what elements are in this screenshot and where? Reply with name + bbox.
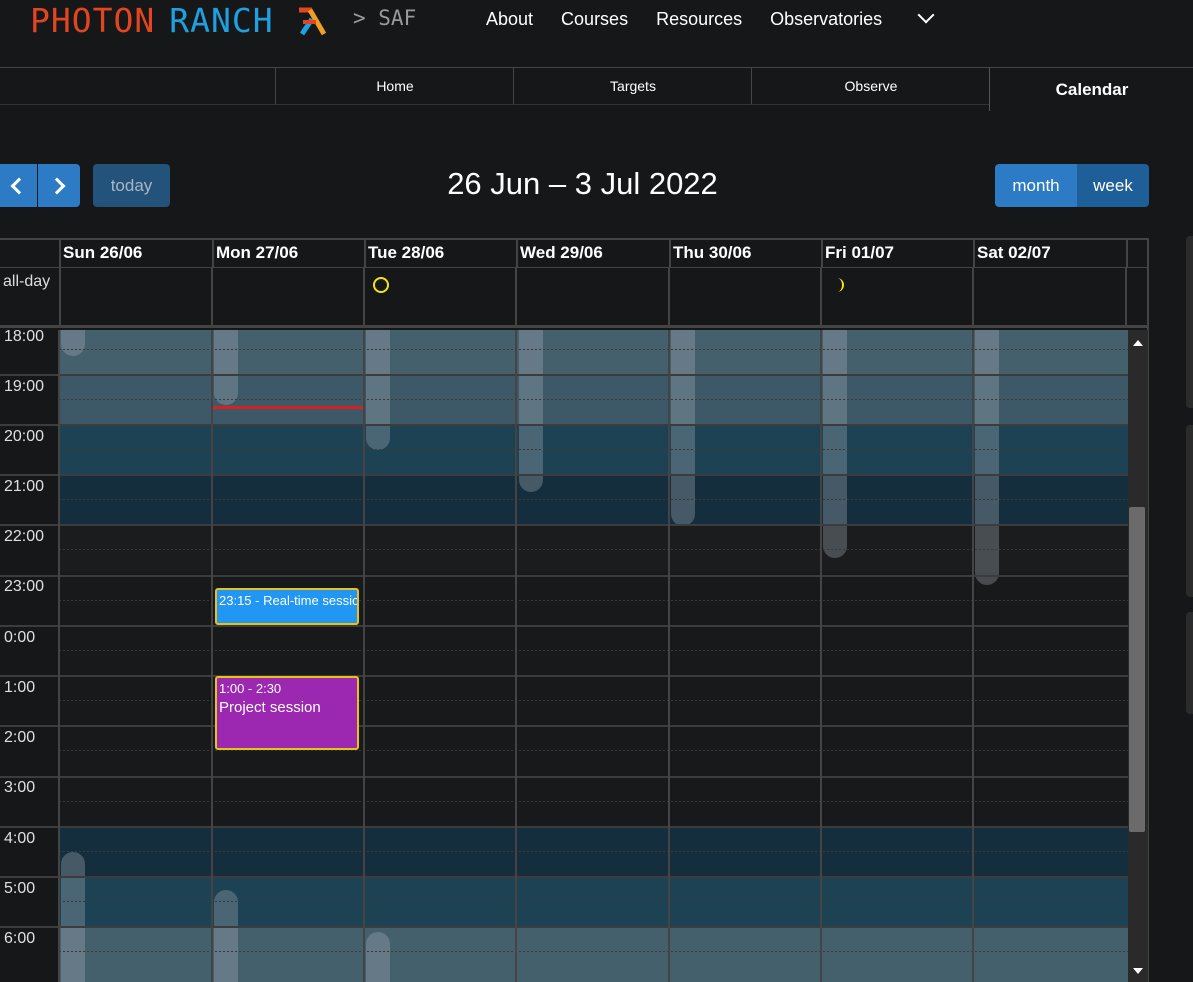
allday-divider bbox=[515, 268, 517, 328]
hour-label: 23:00 bbox=[4, 578, 45, 595]
logo-photon: PHOTON bbox=[30, 1, 156, 40]
time-slot: 23:00 bbox=[0, 578, 1128, 630]
time-slot: 5:00 bbox=[0, 880, 1128, 932]
time-slot: 1:00 bbox=[0, 679, 1128, 731]
event-title: Real-time session bbox=[263, 593, 359, 608]
hour-label: 1:00 bbox=[4, 679, 36, 696]
calendar-scrollbar[interactable] bbox=[1128, 330, 1148, 982]
month-view-button[interactable]: month bbox=[995, 164, 1077, 207]
hour-label: 0:00 bbox=[4, 629, 36, 646]
hour-label: 3:00 bbox=[4, 779, 36, 796]
day-column-divider bbox=[58, 330, 60, 982]
hour-label: 18:00 bbox=[4, 330, 45, 345]
day-header-thu[interactable]: Thu 30/06 bbox=[669, 238, 821, 268]
hour-label: 22:00 bbox=[4, 528, 45, 545]
lambda-logo-icon bbox=[299, 7, 327, 36]
prev-week-button[interactable] bbox=[0, 164, 37, 207]
side-panel-edge bbox=[1186, 425, 1193, 597]
tab-spacer bbox=[0, 67, 275, 105]
event-real-time-session[interactable]: 23:15 - Real-time session bbox=[215, 588, 359, 625]
now-indicator bbox=[213, 406, 363, 409]
allday-divider bbox=[668, 268, 670, 328]
top-navbar: PHOTON RANCH > SAF About Courses Resource… bbox=[0, 0, 1193, 42]
allday-divider bbox=[363, 268, 365, 328]
day-column-divider bbox=[820, 330, 822, 982]
nav-resources-link[interactable]: Resources bbox=[656, 9, 742, 30]
day-header-wed[interactable]: Wed 29/06 bbox=[516, 238, 669, 268]
scroll-up-arrow-icon[interactable] bbox=[1133, 340, 1143, 346]
photon-ranch-logo[interactable]: PHOTON RANCH bbox=[30, 0, 274, 42]
calendar-title: 26 Jun – 3 Jul 2022 bbox=[447, 166, 718, 201]
event-time: 23:15 bbox=[219, 593, 252, 608]
hour-label: 6:00 bbox=[4, 930, 36, 947]
allday-divider bbox=[820, 268, 822, 328]
full-moon-icon bbox=[373, 277, 389, 293]
nav-courses-link[interactable]: Courses bbox=[561, 9, 628, 30]
allday-divider bbox=[211, 268, 213, 328]
day-header-mon[interactable]: Mon 27/06 bbox=[212, 238, 364, 268]
day-column-divider bbox=[972, 330, 974, 982]
time-slot: 2:00 bbox=[0, 729, 1128, 781]
nav-observatories-dropdown[interactable]: Observatories bbox=[770, 6, 960, 30]
time-slot: 21:00 bbox=[0, 478, 1128, 530]
logo-ranch: RANCH bbox=[169, 1, 274, 40]
hour-label: 19:00 bbox=[4, 378, 45, 395]
nav-about-link[interactable]: About bbox=[486, 9, 533, 30]
chevron-down-icon bbox=[917, 6, 935, 24]
saf-subtitle: > SAF bbox=[353, 6, 417, 30]
day-column-divider bbox=[668, 330, 670, 982]
time-slot: 4:00 bbox=[0, 830, 1128, 882]
hour-label: 4:00 bbox=[4, 830, 36, 847]
hour-label: 21:00 bbox=[4, 478, 45, 495]
time-slot: 20:00 bbox=[0, 428, 1128, 480]
day-header-sat[interactable]: Sat 02/07 bbox=[973, 238, 1126, 268]
chevron-left-icon bbox=[10, 177, 28, 195]
tab-home[interactable]: Home bbox=[275, 67, 514, 105]
week-calendar-grid: Sun 26/06 Mon 27/06 Tue 28/06 Wed 29/06 … bbox=[0, 238, 1149, 982]
week-view-button[interactable]: week bbox=[1077, 164, 1149, 207]
time-slot: 18:00 bbox=[0, 330, 1128, 380]
day-header-sun[interactable]: Sun 26/06 bbox=[59, 238, 212, 268]
today-button[interactable]: today bbox=[93, 164, 170, 207]
day-column-divider bbox=[211, 330, 213, 982]
hour-label: 20:00 bbox=[4, 428, 45, 445]
day-header-fri[interactable]: Fri 01/07 bbox=[821, 238, 973, 268]
page-tabs: Home Targets Observe Calendar bbox=[0, 67, 1193, 111]
time-slot: 19:00 bbox=[0, 378, 1128, 430]
time-slot: 3:00 bbox=[0, 779, 1128, 831]
allday-divider bbox=[59, 268, 61, 328]
tab-targets[interactable]: Targets bbox=[513, 67, 752, 105]
day-column-divider bbox=[363, 330, 365, 982]
side-panel-edge bbox=[1186, 612, 1193, 714]
scroll-down-arrow-icon[interactable] bbox=[1133, 968, 1143, 974]
event-project-session[interactable]: 1:00 - 2:30 Project session bbox=[215, 676, 359, 750]
time-slot: 6:00 bbox=[0, 930, 1128, 982]
day-column-divider bbox=[515, 330, 517, 982]
nav-observatories-label: Observatories bbox=[770, 9, 883, 29]
tab-calendar[interactable]: Calendar bbox=[989, 67, 1193, 111]
side-panel-edge bbox=[1186, 236, 1193, 408]
time-grid-body[interactable]: 18:00 19:00 20:00 21:00 22:00 23:00 0:00… bbox=[0, 330, 1128, 982]
scrollbar-thumb[interactable] bbox=[1129, 507, 1145, 832]
allday-divider bbox=[1125, 268, 1127, 328]
chevron-right-icon bbox=[48, 177, 66, 195]
day-header-tue[interactable]: Tue 28/06 bbox=[364, 238, 516, 268]
time-slot: 0:00 bbox=[0, 629, 1128, 681]
crescent-moon-icon bbox=[837, 278, 844, 292]
day-header-scroll-gap bbox=[1126, 238, 1149, 268]
all-day-label: all-day bbox=[3, 273, 51, 290]
event-time: 1:00 - 2:30 bbox=[219, 681, 282, 696]
time-slot: 22:00 bbox=[0, 528, 1128, 580]
event-title: Project session bbox=[219, 699, 321, 716]
next-week-button[interactable] bbox=[38, 164, 80, 207]
all-day-row: all-day bbox=[0, 268, 1149, 328]
tab-observe[interactable]: Observe bbox=[751, 67, 990, 105]
hour-label: 5:00 bbox=[4, 880, 36, 897]
allday-divider bbox=[972, 268, 974, 328]
hour-label: 2:00 bbox=[4, 729, 36, 746]
